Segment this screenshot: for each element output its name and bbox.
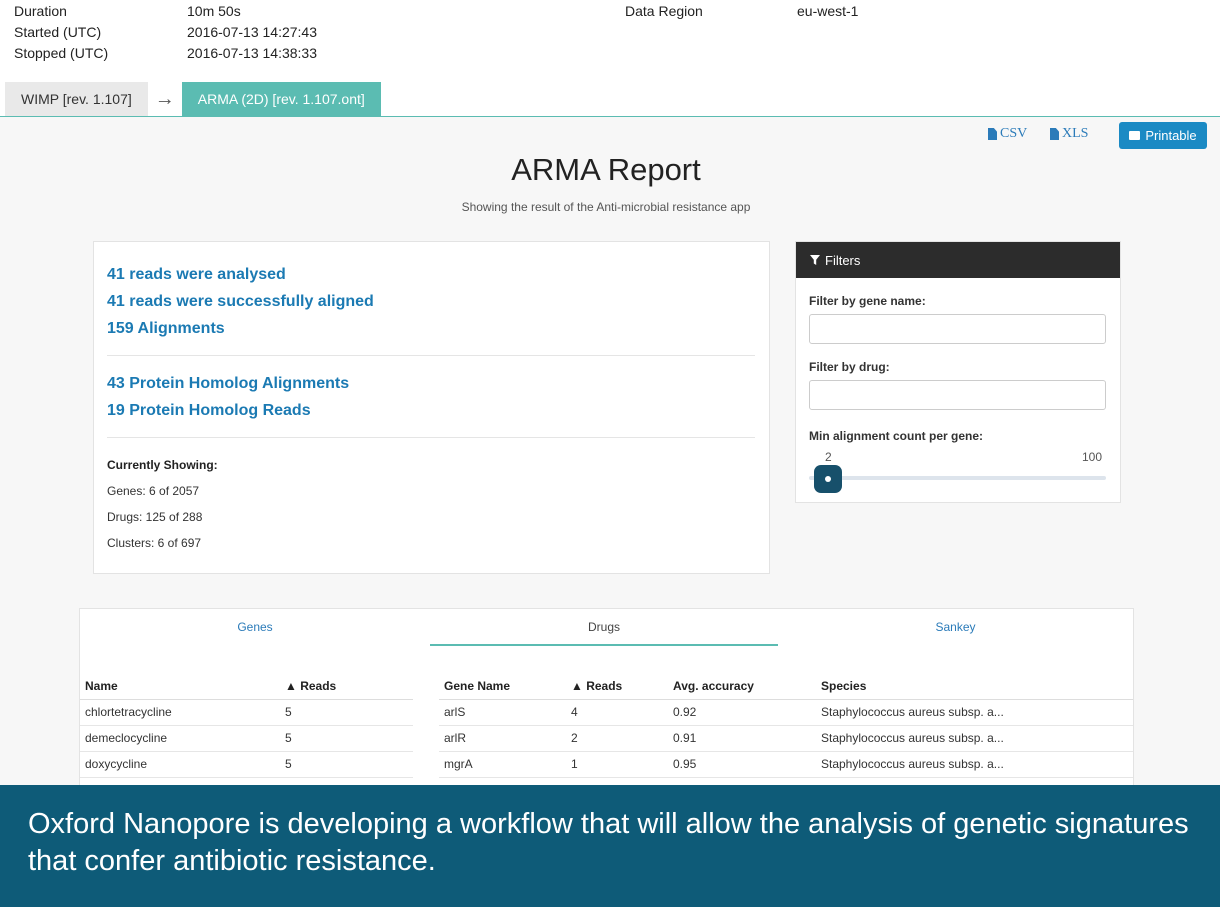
workflow-pipeline: WIMP [rev. 1.107] → ARMA (2D) [rev. 1.10… (5, 82, 381, 116)
csv-export-link[interactable]: CSV (988, 126, 1027, 142)
name-column-header[interactable]: Name (80, 673, 280, 700)
table-row[interactable]: arlR 2 0.91 Staphylococcus aureus subsp.… (439, 725, 1133, 752)
gene-filter-input[interactable] (809, 314, 1106, 344)
table-row[interactable]: mgrA 1 0.95 Staphylococcus aureus subsp.… (439, 751, 1133, 778)
drug-name-cell: chlortetracycline (80, 699, 280, 726)
filters-header: Filters (796, 242, 1120, 278)
gene-filter-label: Filter by gene name: (809, 294, 926, 308)
workflow-step-wimp[interactable]: WIMP [rev. 1.107] (5, 82, 148, 116)
min-alignment-label: Min alignment count per gene: (809, 429, 984, 443)
gene-name-cell: mgrA (439, 751, 566, 778)
drug-name-cell: demeclocycline (80, 725, 280, 752)
run-metadata: Duration 10m 50s Started (UTC) 2016-07-1… (0, 0, 1220, 70)
file-icon (988, 128, 997, 140)
species-column-header[interactable]: Species (816, 673, 1133, 700)
table-row[interactable]: demeclocycline 5 (80, 725, 413, 752)
reads-column-header[interactable]: ▲ Reads (566, 673, 668, 700)
printable-label: Printable (1145, 128, 1197, 143)
page-subtitle: Showing the result of the Anti-microbial… (461, 200, 751, 214)
protein-homolog-reads-stat: 19 Protein Homolog Reads (107, 402, 311, 419)
gene-table: Gene Name ▲ Reads Avg. accuracy Species … (439, 673, 1133, 778)
arrow-right-icon: → (154, 87, 175, 110)
species-cell: Staphylococcus aureus subsp. a... (816, 725, 1133, 752)
slider-track[interactable] (809, 476, 1106, 480)
gene-name-column-header[interactable]: Gene Name (439, 673, 566, 700)
gene-name-cell: arlS (439, 699, 566, 726)
caption-banner: Oxford Nanopore is developing a workflow… (0, 785, 1220, 907)
table-row[interactable]: doxycycline 5 (80, 751, 413, 778)
accuracy-cell: 0.92 (668, 699, 816, 726)
page-title: ARMA Report (511, 152, 701, 187)
clusters-count: Clusters: 6 of 697 (107, 536, 202, 550)
drug-table: Name ▲ Reads chlortetracycline 5 demeclo… (80, 673, 413, 778)
started-label: Started (UTC) (14, 24, 102, 40)
accuracy-cell: 0.95 (668, 751, 816, 778)
file-icon (1050, 128, 1059, 140)
divider (107, 355, 755, 356)
duration-value: 10m 50s (187, 3, 241, 19)
region-label: Data Region (625, 3, 703, 19)
reads-column-header[interactable]: ▲ Reads (280, 673, 413, 700)
filters-title: Filters (825, 252, 861, 268)
reads-cell: 5 (280, 751, 413, 778)
reads-cell: 5 (280, 725, 413, 752)
table-header-row: Gene Name ▲ Reads Avg. accuracy Species (439, 673, 1133, 700)
summary-panel: 41 reads were analysed 41 reads were suc… (93, 241, 770, 574)
started-value: 2016-07-13 14:27:43 (187, 24, 317, 40)
workflow-step-arma[interactable]: ARMA (2D) [rev. 1.107.ont] (181, 82, 381, 116)
tab-sankey[interactable]: Sankey (778, 609, 1133, 646)
region-value: eu-west-1 (797, 3, 859, 19)
filter-icon (810, 255, 820, 265)
reads-cell: 2 (566, 725, 668, 752)
tab-genes[interactable]: Genes (80, 609, 430, 646)
reads-cell: 1 (566, 751, 668, 778)
avg-accuracy-column-header[interactable]: Avg. accuracy (668, 673, 816, 700)
duration-label: Duration (14, 3, 67, 19)
drug-name-cell: doxycycline (80, 751, 280, 778)
xls-export-link[interactable]: XLS (1050, 126, 1088, 142)
genes-count: Genes: 6 of 2057 (107, 484, 200, 498)
xls-label: XLS (1062, 126, 1089, 141)
tab-drugs[interactable]: Drugs (430, 609, 778, 646)
alignments-stat: 159 Alignments (107, 320, 225, 337)
drug-filter-input[interactable] (809, 380, 1106, 410)
filters-panel: Filters Filter by gene name: Filter by d… (795, 241, 1121, 503)
csv-label: CSV (1000, 126, 1028, 141)
reads-cell: 4 (566, 699, 668, 726)
table-header-row: Name ▲ Reads (80, 673, 413, 700)
gene-name-cell: arlR (439, 725, 566, 752)
species-cell: Staphylococcus aureus subsp. a... (816, 699, 1133, 726)
printable-button[interactable]: Printable (1119, 122, 1207, 149)
results-tabs-panel: Genes Drugs Sankey Name ▲ Reads chlortet… (79, 608, 1134, 808)
stopped-label: Stopped (UTC) (14, 45, 109, 61)
table-row[interactable]: arlS 4 0.92 Staphylococcus aureus subsp.… (439, 699, 1133, 726)
slider-max-value: 100 (1082, 450, 1103, 464)
reads-analysed-stat: 41 reads were analysed (107, 266, 286, 283)
species-cell: Staphylococcus aureus subsp. a... (816, 751, 1133, 778)
drugs-count: Drugs: 125 of 288 (107, 510, 203, 524)
slider-handle[interactable] (814, 465, 842, 493)
stopped-value: 2016-07-13 14:38:33 (187, 45, 317, 61)
reads-aligned-stat: 41 reads were successfully aligned (107, 293, 374, 310)
protein-homolog-alignments-stat: 43 Protein Homolog Alignments (107, 375, 350, 392)
printer-icon (1129, 131, 1141, 140)
reads-cell: 5 (280, 699, 413, 726)
accuracy-cell: 0.91 (668, 725, 816, 752)
slider-min-value: 2 (825, 450, 832, 464)
divider (107, 437, 755, 438)
table-row[interactable]: chlortetracycline 5 (80, 699, 413, 726)
currently-showing-title: Currently Showing: (107, 458, 218, 472)
drug-filter-label: Filter by drug: (809, 360, 890, 374)
